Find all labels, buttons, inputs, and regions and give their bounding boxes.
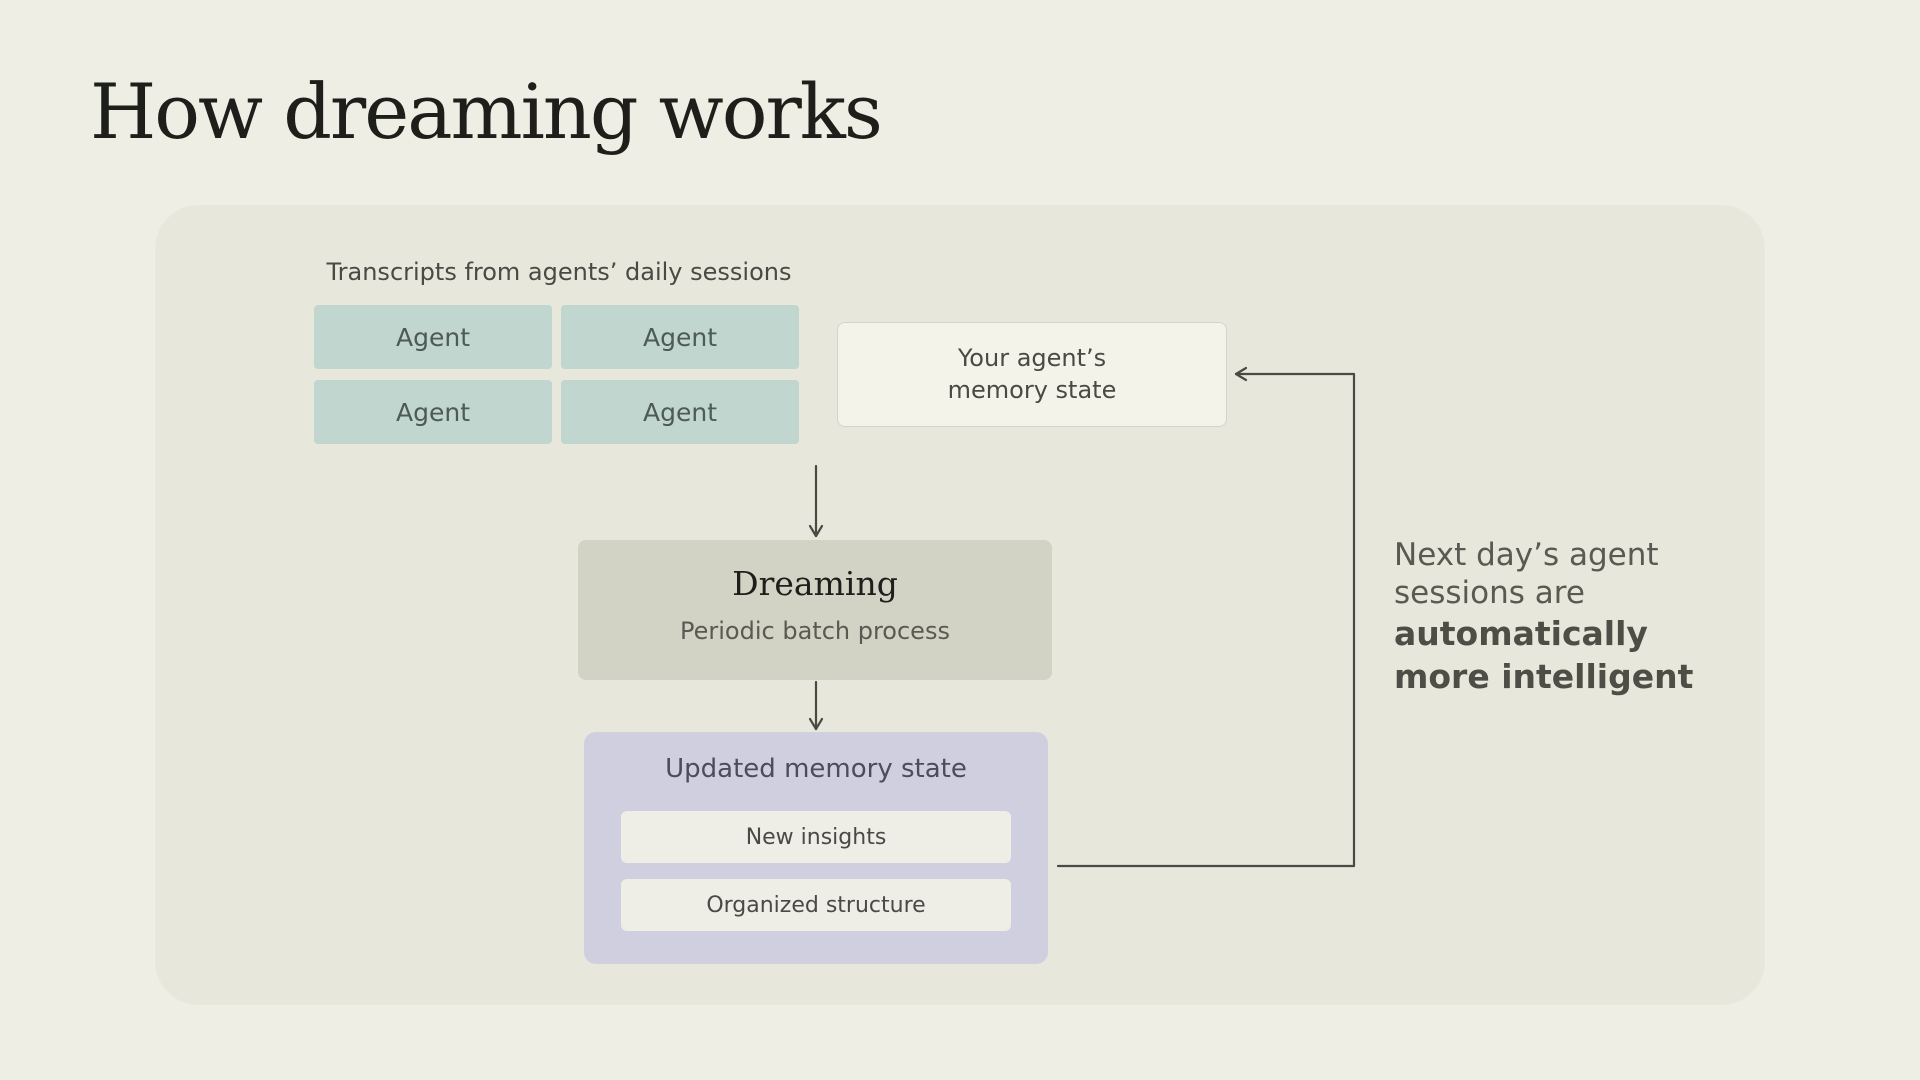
agent-box: Agent	[314, 305, 552, 369]
updated-memory-item: Organized structure	[621, 879, 1011, 931]
memory-state-box: Your agent’s memory state	[837, 322, 1227, 427]
dreaming-box: Dreaming Periodic batch process	[578, 540, 1052, 680]
dreaming-subtitle: Periodic batch process	[680, 617, 950, 645]
caption-text: Next day’s agent sessions are automatica…	[1394, 536, 1754, 698]
page-title: How dreaming works	[90, 67, 883, 156]
updated-memory-item: New insights	[621, 811, 1011, 863]
memory-state-line1: Your agent’s	[957, 344, 1107, 373]
caption-line1: Next day’s agent	[1394, 537, 1659, 573]
updated-memory-title: Updated memory state	[665, 754, 967, 784]
agent-box: Agent	[561, 305, 799, 369]
updated-memory-box: Updated memory state New insights Organi…	[584, 732, 1048, 964]
agent-box: Agent	[314, 380, 552, 444]
dreaming-title: Dreaming	[732, 564, 898, 603]
agent-box: Agent	[561, 380, 799, 444]
transcripts-label: Transcripts from agents’ daily sessions	[326, 258, 792, 286]
caption-line4: more intelligent	[1394, 657, 1694, 696]
caption-line2: sessions are	[1394, 575, 1585, 611]
memory-state-line2: memory state	[947, 375, 1117, 404]
caption-line3: automatically	[1394, 614, 1648, 653]
